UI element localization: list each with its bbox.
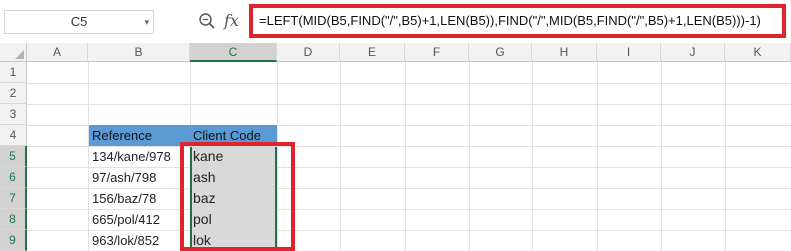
row-header-8[interactable]: 8 xyxy=(0,209,27,230)
column-header-g[interactable]: G xyxy=(469,43,532,62)
row-header-4[interactable]: 4 xyxy=(0,125,27,146)
column-header-i[interactable]: I xyxy=(597,43,661,62)
reference-cell[interactable]: 963/lok/852 xyxy=(89,230,190,251)
column-header-k[interactable]: K xyxy=(725,43,791,62)
formula-bar-area: C5 ▾ fx =LEFT(MID(B5,FIND("/",B5)+1,LEN(… xyxy=(0,0,791,43)
row-header-1[interactable]: 1 xyxy=(0,62,27,83)
column-header-e[interactable]: E xyxy=(340,43,405,62)
table-header-reference[interactable]: Reference xyxy=(89,125,190,146)
highlight-box xyxy=(180,142,295,251)
gridline xyxy=(725,62,726,251)
reference-cell[interactable]: 156/baz/78 xyxy=(89,188,190,209)
gridline xyxy=(469,62,470,251)
column-header-d[interactable]: D xyxy=(277,43,340,62)
gridline xyxy=(27,83,791,84)
row-header-2[interactable]: 2 xyxy=(0,83,27,104)
column-header-j[interactable]: J xyxy=(661,43,725,62)
gridline xyxy=(405,62,406,251)
row-header-6[interactable]: 6 xyxy=(0,167,27,188)
row-header-9[interactable]: 9 xyxy=(0,230,27,251)
row-header-3[interactable]: 3 xyxy=(0,104,27,125)
name-box-value: C5 xyxy=(70,14,88,29)
row-header-7[interactable]: 7 xyxy=(0,188,27,209)
gridline xyxy=(27,104,791,105)
column-header-c[interactable]: C xyxy=(190,43,277,62)
formula-input[interactable]: =LEFT(MID(B5,FIND("/",B5)+1,LEN(B5)),FIN… xyxy=(249,4,786,38)
column-header-b[interactable]: B xyxy=(88,43,190,62)
row-header-5[interactable]: 5 xyxy=(0,146,27,167)
name-box[interactable]: C5 ▾ xyxy=(4,10,154,34)
reference-cell[interactable]: 97/ash/798 xyxy=(89,167,190,188)
spreadsheet-grid: A B C D E F G H I J K 1 2 3 4 5 6 7 8 9 … xyxy=(0,43,791,251)
gridline xyxy=(532,62,533,251)
fx-icon[interactable]: fx xyxy=(224,10,239,32)
reference-cell[interactable]: 134/kane/978 xyxy=(89,146,190,167)
gridline xyxy=(340,62,341,251)
zoom-icon[interactable] xyxy=(198,12,216,30)
column-header-a[interactable]: A xyxy=(27,43,88,62)
reference-cell[interactable]: 665/pol/412 xyxy=(89,209,190,230)
column-header-h[interactable]: H xyxy=(532,43,597,62)
select-all-corner[interactable] xyxy=(0,43,27,62)
gridline xyxy=(661,62,662,251)
chevron-down-icon[interactable]: ▾ xyxy=(144,11,149,33)
gridline xyxy=(597,62,598,251)
column-header-f[interactable]: F xyxy=(405,43,469,62)
